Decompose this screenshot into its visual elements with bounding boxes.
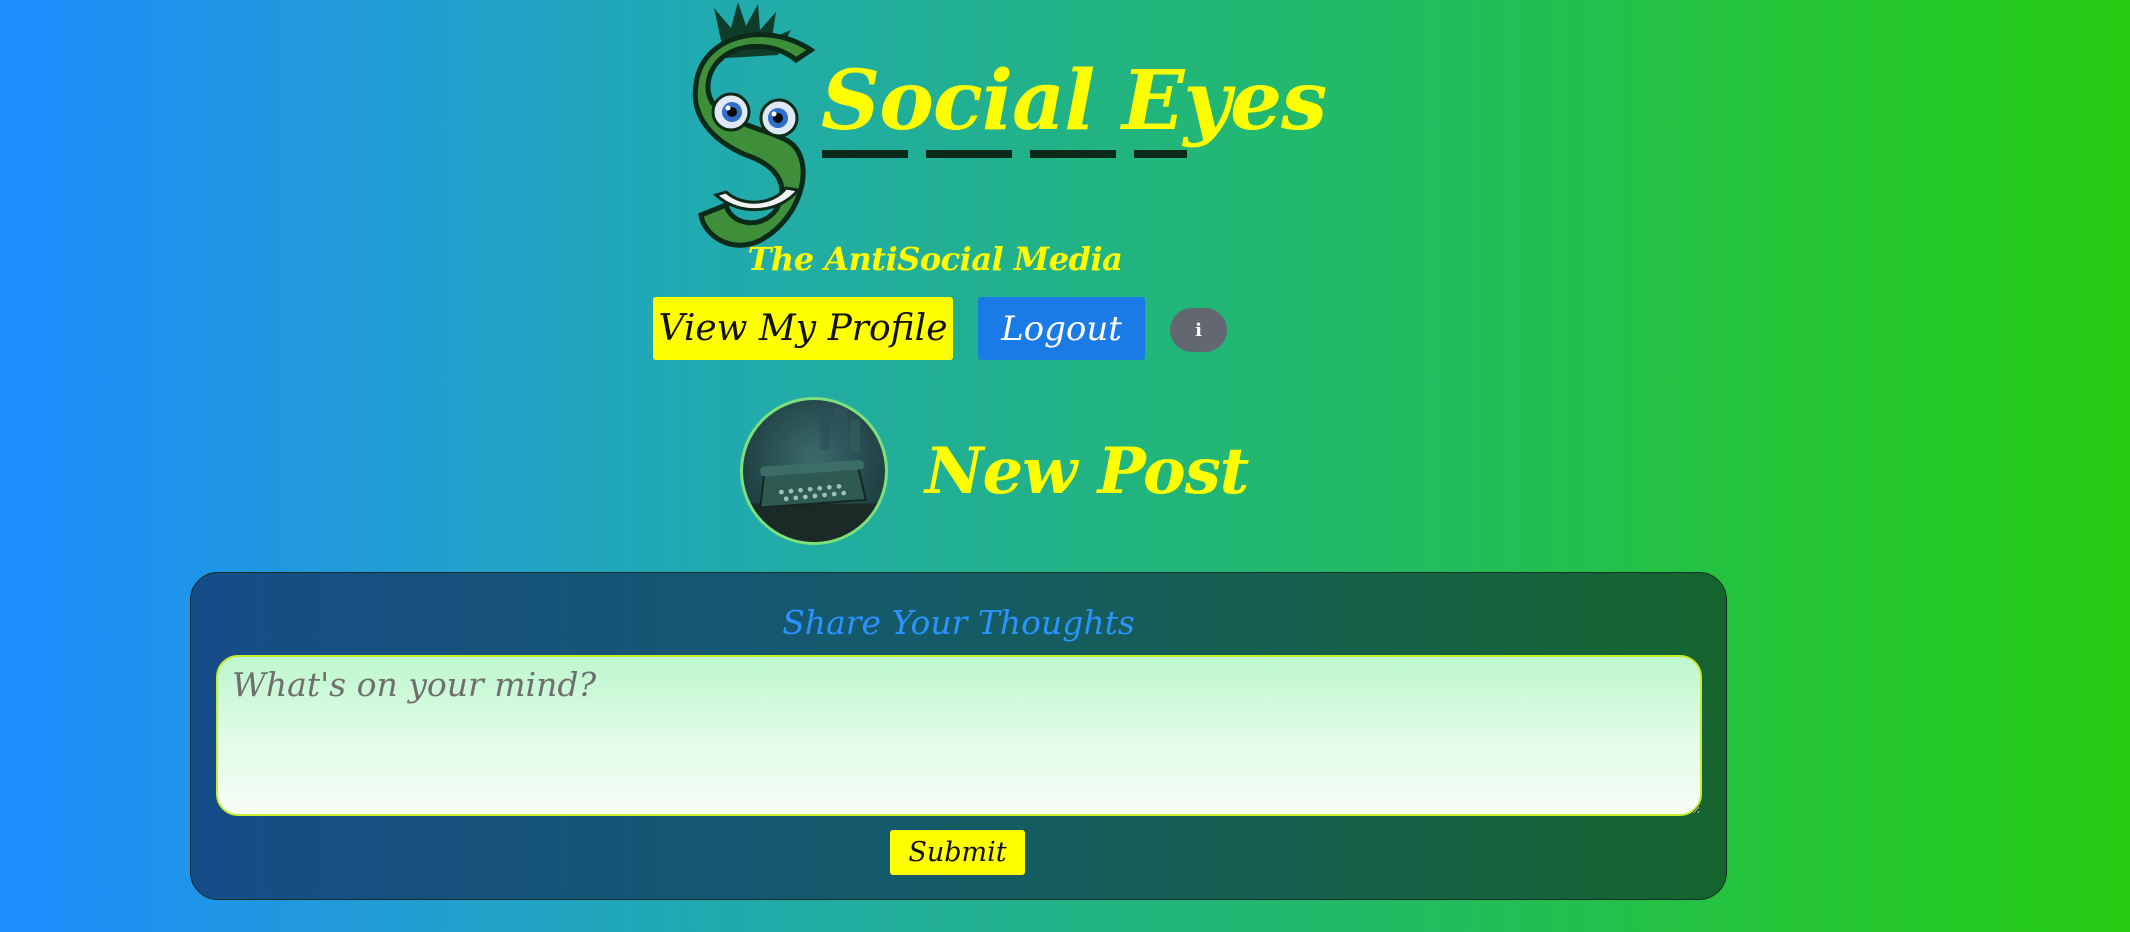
site-title: Social Eyes (821, 53, 1327, 149)
mascot-s-icon (692, 2, 816, 248)
post-textarea[interactable] (216, 655, 1702, 816)
info-button[interactable]: i (1170, 308, 1227, 352)
submit-button[interactable]: Submit (890, 830, 1025, 875)
view-profile-button[interactable]: View My Profile (653, 297, 953, 360)
title-underline (822, 150, 1187, 158)
typewriter-icon (743, 407, 885, 542)
new-post-title: New Post (925, 434, 1249, 509)
post-form-heading: Share Your Thoughts (782, 603, 1135, 642)
logout-button[interactable]: Logout (978, 297, 1145, 360)
site-logo: Social Eyes (686, 0, 1327, 250)
post-form-card: Share Your Thoughts Submit (190, 572, 1727, 900)
new-post-avatar (740, 397, 888, 545)
site-tagline: The AntiSocial Media (747, 240, 1123, 278)
